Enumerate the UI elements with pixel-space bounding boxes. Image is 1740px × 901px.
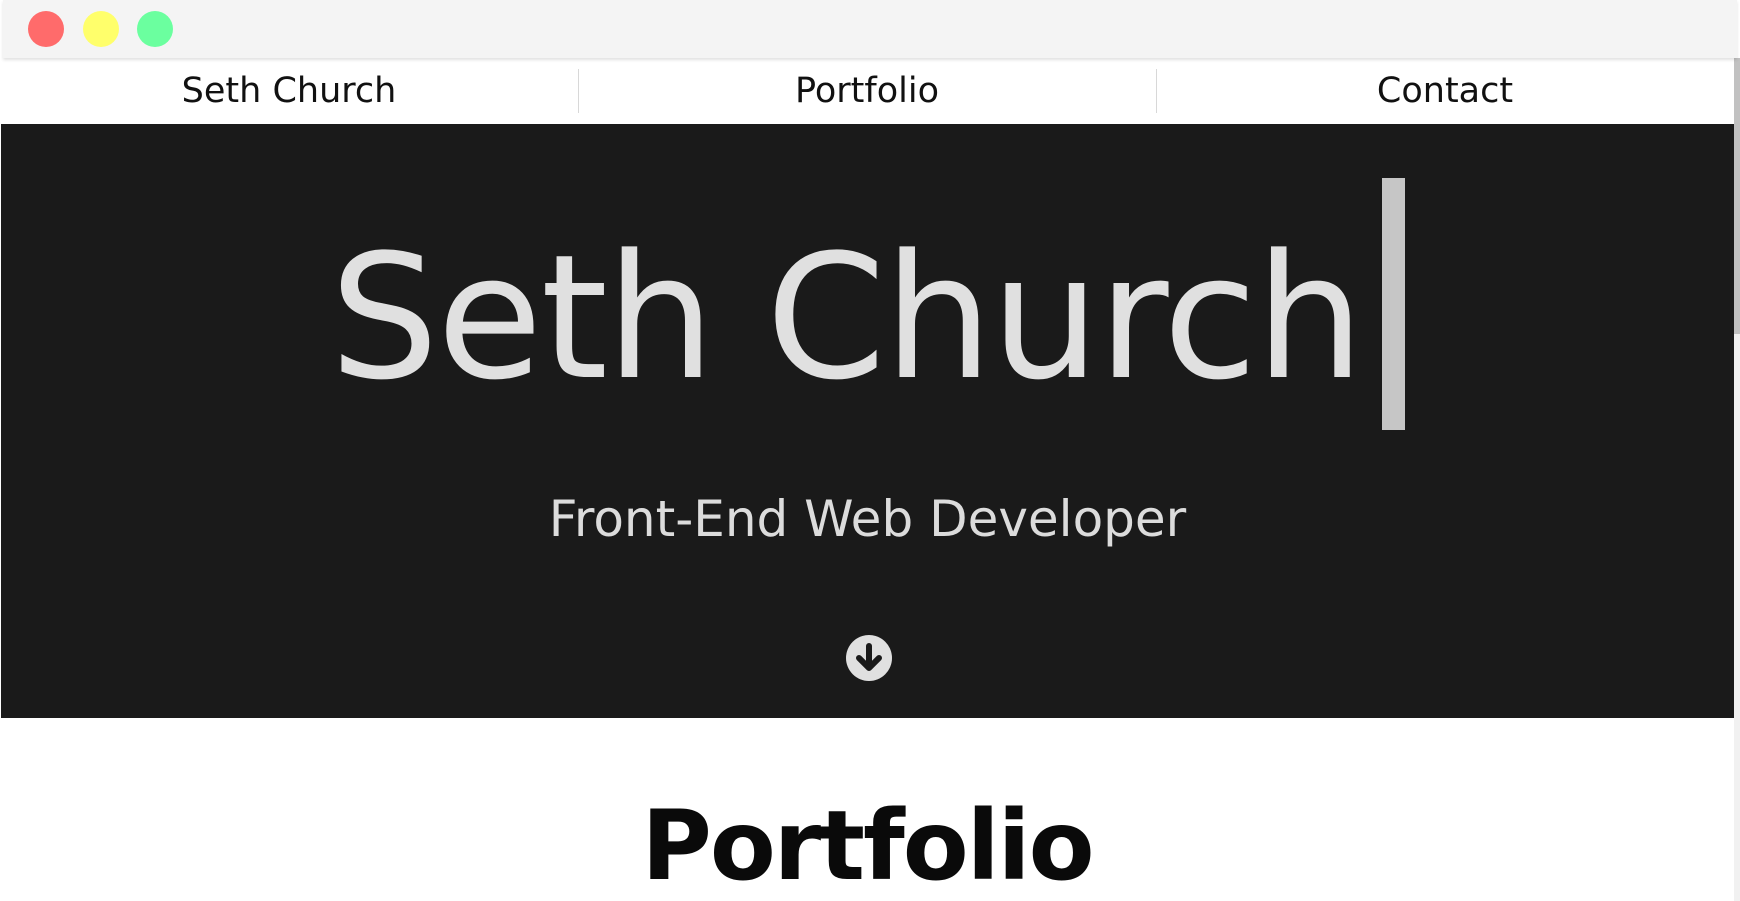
minimize-window-button[interactable] — [83, 11, 119, 47]
typing-cursor — [1382, 178, 1406, 430]
nav-item-portfolio[interactable]: Portfolio — [578, 58, 1156, 124]
hero-subtitle: Front-End Web Developer — [548, 490, 1187, 548]
site-navbar: Seth Church Portfolio Contact — [0, 58, 1734, 124]
nav-item-home[interactable]: Seth Church — [0, 58, 578, 124]
hero-section: Seth Church Front-End Web Developer — [1, 124, 1734, 718]
maximize-window-button[interactable] — [137, 11, 173, 47]
browser-window: Seth Church Portfolio Contact Seth Churc… — [0, 0, 1740, 901]
portfolio-heading: Portfolio — [641, 790, 1094, 901]
hero-title-wrap: Seth Church — [1, 174, 1734, 434]
arrow-down-circle-icon[interactable] — [846, 635, 892, 681]
window-titlebar — [3, 0, 1737, 58]
close-window-button[interactable] — [28, 11, 64, 47]
hero-title: Seth Church — [329, 217, 1365, 418]
page-scrollbar[interactable] — [1734, 58, 1740, 901]
nav-item-contact[interactable]: Contact — [1156, 58, 1734, 124]
scrollbar-thumb[interactable] — [1734, 58, 1740, 334]
